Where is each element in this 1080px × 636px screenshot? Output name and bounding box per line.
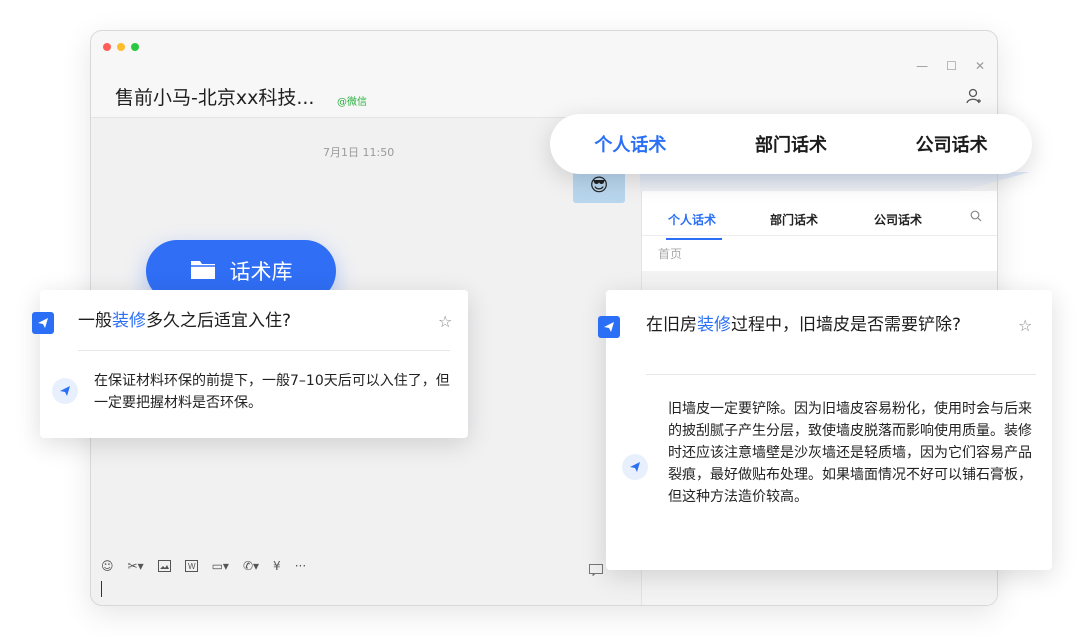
tab-department[interactable]: 部门话术	[770, 211, 818, 228]
money-icon[interactable]: ¥	[273, 559, 281, 573]
phone-icon[interactable]: ✆▾	[243, 559, 259, 573]
library-label: 话术库	[229, 260, 293, 284]
message-time: 7月1日 11:50	[323, 146, 395, 159]
breadcrumb-home[interactable]: 首页	[658, 245, 682, 262]
emoji-message: 😎	[573, 169, 625, 203]
question-text: 在旧房装修过程中，旧墙皮是否需要铲除?	[646, 312, 1006, 338]
minimize-dot[interactable]	[117, 43, 125, 51]
answer-text: 旧墙皮一定要铲除。因为旧墙皮容易粉化，使用时会与后来的披刮腻子产生分层，致使墙皮…	[668, 401, 1032, 505]
scissors-icon[interactable]: ✂▾	[128, 559, 144, 573]
question-part: 过程中，旧墙皮是否需要铲除?	[731, 315, 962, 335]
zoom-dot[interactable]	[131, 43, 139, 51]
paper-plane-icon	[598, 316, 620, 338]
chat-record-icon[interactable]	[589, 561, 603, 580]
tab-company[interactable]: 公司话术	[874, 211, 922, 228]
script-card-left[interactable]: 一般装修多久之后适宜入住? ☆ 在保证材料环保的前提下，一般7–10天后可以入住…	[32, 290, 468, 438]
folder-icon	[190, 258, 216, 285]
card-divider	[646, 374, 1036, 375]
window-controls: — ☐ ✕	[916, 59, 985, 73]
input-toolbar: ☺ ✂▾ W ▭▾ ✆▾ ¥ ···	[101, 559, 306, 573]
floating-tab-company[interactable]: 公司话术	[916, 131, 988, 157]
wechat-tag: @微信	[337, 97, 367, 108]
chat-header: 售前小马-北京xx科技... @微信 — ☐ ✕	[91, 31, 997, 118]
star-icon[interactable]: ☆	[438, 312, 452, 331]
word-icon[interactable]: W	[184, 560, 198, 572]
floating-script-tabs: 个人话术 部门话术 公司话术	[550, 114, 1032, 174]
paper-plane-icon	[622, 454, 648, 480]
more-icon[interactable]: ···	[295, 559, 306, 573]
answer-text: 在保证材料环保的前提下，一般7–10天后可以入住了，但一定要把握材料是否环保。	[94, 373, 450, 411]
maximize-icon[interactable]: ☐	[946, 59, 957, 73]
question-part: 多久之后适宜入住?	[146, 311, 292, 331]
active-tab-underline	[666, 238, 722, 240]
add-user-icon[interactable]	[965, 87, 983, 109]
search-icon[interactable]	[970, 210, 982, 225]
minimize-icon[interactable]: —	[916, 59, 928, 73]
paper-plane-icon	[32, 312, 54, 334]
star-icon[interactable]: ☆	[1018, 316, 1032, 335]
image-icon[interactable]	[157, 560, 171, 572]
tab-personal[interactable]: 个人话术	[668, 211, 716, 228]
chat-title: 售前小马-北京xx科技...	[115, 87, 315, 109]
floating-tab-department[interactable]: 部门话术	[755, 131, 827, 157]
side-panel-tabs: 个人话术 部门话术 公司话术	[642, 199, 997, 240]
close-dot[interactable]	[103, 43, 111, 51]
emoji-icon[interactable]: ☺	[101, 559, 114, 573]
floating-tab-personal[interactable]: 个人话术	[594, 131, 666, 157]
svg-text:W: W	[188, 562, 196, 571]
question-part: 一般	[78, 311, 112, 331]
question-highlight: 装修	[697, 315, 731, 335]
folder-small-icon[interactable]: ▭▾	[212, 559, 229, 573]
question-part: 在旧房	[646, 315, 697, 335]
text-caret[interactable]	[101, 581, 102, 597]
script-card-right[interactable]: 在旧房装修过程中，旧墙皮是否需要铲除? ☆ 旧墙皮一定要铲除。因为旧墙皮容易粉化…	[598, 290, 1052, 570]
traffic-lights[interactable]	[103, 43, 139, 51]
close-icon[interactable]: ✕	[975, 59, 985, 73]
question-text: 一般装修多久之后适宜入住?	[78, 308, 438, 334]
paper-plane-icon	[52, 378, 78, 404]
card-divider	[78, 350, 450, 351]
question-highlight: 装修	[112, 311, 146, 331]
